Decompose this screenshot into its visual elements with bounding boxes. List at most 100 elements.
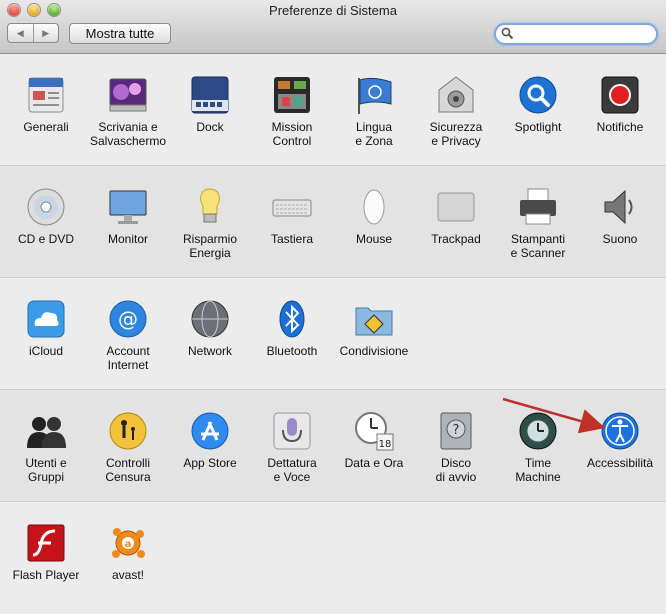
pref-icloud[interactable]: iCloud [6, 298, 86, 358]
back-button[interactable]: ◀ [8, 24, 33, 42]
pref-label: Bluetooth [266, 344, 318, 358]
pref-label: Monitor [107, 232, 148, 246]
pref-cd-dvd[interactable]: CD e DVD [6, 186, 86, 246]
pref-tastiera[interactable]: Tastiera [252, 186, 332, 246]
pref-spotlight[interactable]: Spotlight [498, 74, 578, 134]
forward-button[interactable]: ▶ [32, 24, 59, 42]
startup-disk-icon: ? [440, 412, 472, 450]
sound-icon [604, 189, 633, 225]
section-personal: Generali Scrivania e Salvaschermo Dock M… [0, 54, 666, 166]
pref-sicurezza[interactable]: Sicurezza e Privacy [416, 74, 496, 148]
pref-label: Stampanti e Scanner [510, 232, 566, 260]
pref-label: Condivisione [339, 344, 409, 358]
flash-player-icon [27, 524, 65, 562]
show-all-button[interactable]: Mostra tutte [69, 23, 171, 44]
pref-label: Trackpad [431, 232, 481, 246]
window-titlebar: Preferenze di Sistema ◀ ▶ Mostra tutte [0, 0, 666, 54]
dock-icon [191, 76, 229, 114]
date-time-icon: 18 [355, 412, 394, 451]
pref-scrivania[interactable]: Scrivania e Salvaschermo [88, 74, 168, 148]
pref-label: Controlli Censura [105, 456, 151, 484]
accessibility-icon [601, 412, 639, 450]
section-hardware: CD e DVD Monitor Risparmio Energia Tasti… [0, 166, 666, 278]
pref-network[interactable]: Network [170, 298, 250, 358]
svg-text:@: @ [118, 307, 138, 331]
spotlight-icon [519, 76, 557, 114]
section-other: Flash Player a avast! [0, 502, 666, 614]
pref-notifiche[interactable]: Notifiche [580, 74, 660, 134]
section-system: Utenti e Gruppi Controlli Censura App St… [0, 390, 666, 502]
pref-data-ora[interactable]: 18 Data e Ora [334, 410, 414, 470]
pref-disco-avvio[interactable]: ? Disco di avvio [416, 410, 496, 484]
printer-icon [520, 188, 556, 225]
pref-label: Tastiera [270, 232, 314, 246]
pref-mouse[interactable]: Mouse [334, 186, 414, 246]
icloud-icon [27, 300, 65, 338]
pref-label: Scrivania e Salvaschermo [89, 120, 167, 148]
language-region-icon [358, 77, 392, 114]
pref-dock[interactable]: Dock [170, 74, 250, 134]
pref-label: Suono [602, 232, 638, 246]
pref-label: Mouse [355, 232, 393, 246]
pref-avast[interactable]: a avast! [88, 522, 168, 582]
pref-label: Notifiche [596, 120, 644, 134]
pref-risparmio[interactable]: Risparmio Energia [170, 186, 250, 260]
avast-icon: a [112, 528, 145, 558]
keyboard-icon [272, 199, 312, 217]
pref-account-internet[interactable]: @ Account Internet [88, 298, 168, 372]
pref-utenti[interactable]: Utenti e Gruppi [6, 410, 86, 484]
pref-label: Network [187, 344, 232, 358]
back-forward-control: ◀ ▶ [7, 23, 59, 43]
pref-label: Mission Control [271, 120, 313, 148]
window-title: Preferenze di Sistema [269, 3, 397, 18]
pref-accessibilita[interactable]: Accessibilità [580, 410, 660, 470]
sharing-icon [355, 307, 393, 336]
dictation-icon [273, 412, 311, 450]
pref-monitor[interactable]: Monitor [88, 186, 168, 246]
search-input[interactable] [516, 25, 656, 45]
pref-label: Disco di avvio [435, 456, 477, 484]
pref-label: avast! [111, 568, 144, 582]
pref-generali[interactable]: Generali [6, 74, 86, 134]
pref-suono[interactable]: Suono [580, 186, 660, 246]
pref-lingua[interactable]: Lingua e Zona [334, 74, 414, 148]
internet-accounts-icon: @ [109, 300, 147, 338]
pref-stampanti[interactable]: Stampanti e Scanner [498, 186, 578, 260]
pref-label: Data e Ora [344, 456, 404, 470]
pref-condivisione[interactable]: Condivisione [334, 298, 414, 358]
pref-label: iCloud [28, 344, 64, 358]
energy-saver-icon [200, 188, 220, 223]
pref-bluetooth[interactable]: Bluetooth [252, 298, 332, 358]
notifications-icon [601, 76, 639, 114]
parental-controls-icon [109, 412, 147, 450]
bluetooth-icon [279, 300, 305, 338]
svg-text:?: ? [453, 423, 460, 438]
pref-trackpad[interactable]: Trackpad [416, 186, 496, 246]
pref-app-store[interactable]: App Store [170, 410, 250, 470]
mission-control-icon [274, 77, 310, 113]
pref-label: Risparmio Energia [182, 232, 237, 260]
security-privacy-icon [438, 76, 474, 113]
pref-label: App Store [183, 456, 237, 470]
pref-label: Flash Player [12, 568, 80, 582]
svg-text:a: a [125, 539, 132, 550]
pref-controlli-censura[interactable]: Controlli Censura [88, 410, 168, 484]
pref-label: Account Internet [106, 344, 150, 372]
search-icon [501, 27, 514, 40]
time-machine-icon [519, 412, 557, 450]
pref-mission-control[interactable]: Mission Control [252, 74, 332, 148]
pref-label: Sicurezza e Privacy [429, 120, 483, 148]
pref-label: Utenti e Gruppi [25, 456, 67, 484]
network-icon [191, 300, 229, 338]
search-field[interactable] [494, 23, 658, 45]
mouse-icon [363, 189, 385, 225]
pref-dettatura[interactable]: Dettatura e Voce [252, 410, 332, 484]
app-store-icon [191, 412, 229, 450]
pref-label: Dettatura e Voce [267, 456, 317, 484]
trackpad-icon [437, 192, 475, 222]
pref-time-machine[interactable]: Time Machine [498, 410, 578, 484]
pref-flash-player[interactable]: Flash Player [6, 522, 86, 582]
pref-label: Time Machine [515, 456, 561, 484]
desktop-screensaver-icon [109, 78, 147, 112]
pref-label: Lingua e Zona [355, 120, 393, 148]
